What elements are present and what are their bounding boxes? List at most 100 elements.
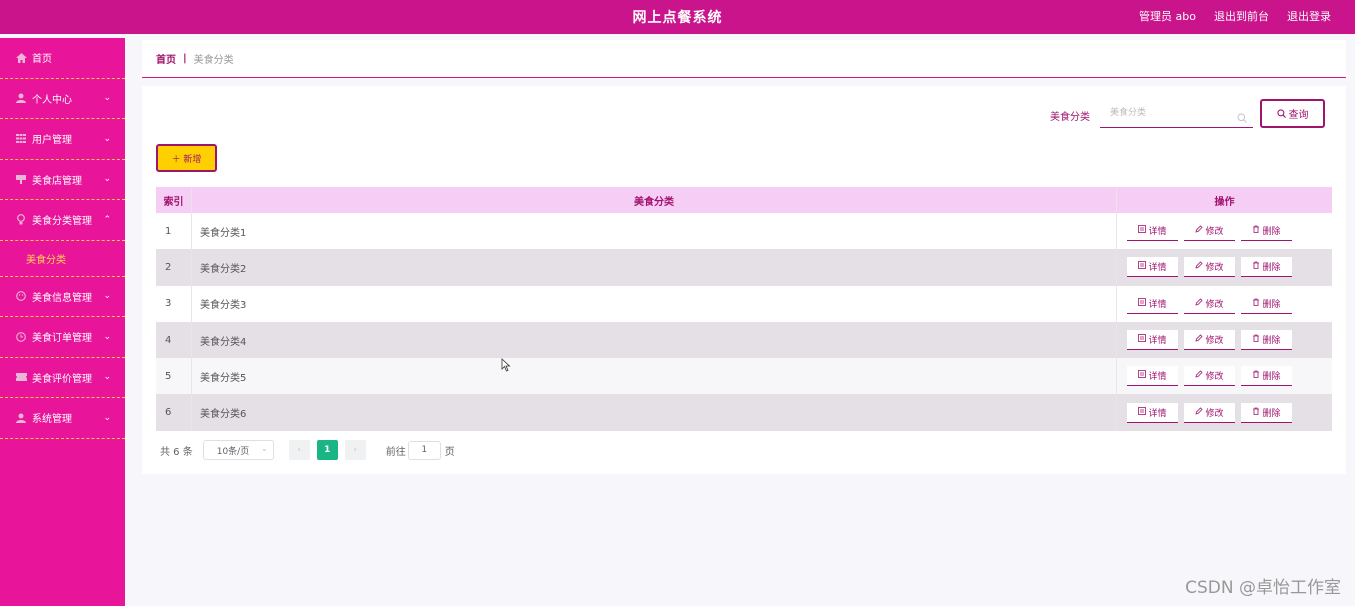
search-input[interactable] [1100, 100, 1230, 126]
breadcrumb: 首页 | 美食分类 [142, 40, 1346, 78]
cell-actions: 详情 修改 删除 [1117, 358, 1332, 394]
document-icon [1138, 406, 1147, 418]
ticket-icon [14, 371, 28, 383]
edit-button[interactable]: 修改 [1184, 366, 1235, 387]
category-table: 索引 美食分类 操作 1 美食分类1 详情 修改 删除 2 美食分类2 详情 修改 删除 3 美食分类… [156, 187, 1332, 431]
delete-button[interactable]: 删除 [1241, 366, 1292, 387]
edit-button[interactable]: 修改 [1184, 402, 1235, 423]
detail-button-label: 详情 [1148, 299, 1167, 310]
add-button[interactable]: ＋ 新增 [156, 144, 217, 172]
delete-button[interactable]: 删除 [1241, 330, 1292, 351]
page-unit-label: 页 [444, 446, 455, 458]
trash-icon [1252, 298, 1260, 309]
sidebar-item-food-orders[interactable]: 美食订单管理 ⌄ [0, 317, 125, 358]
detail-button-label: 详情 [1148, 336, 1167, 347]
detail-button-label: 详情 [1148, 227, 1167, 238]
chevron-down-icon: ⌄ [103, 372, 111, 383]
document-icon [1138, 225, 1147, 236]
header-actions: 操作 [1214, 196, 1235, 208]
table-row: 5 美食分类5 详情 修改 删除 [156, 358, 1332, 395]
next-page-button[interactable]: › [344, 440, 366, 460]
main-panel: 美食分类 查询 ＋ 新增 索引 美食分类 操作 1美食分类1详情修改删除2美食分… [142, 86, 1346, 474]
edit-button[interactable]: 修改 [1184, 330, 1235, 351]
search-box [1100, 100, 1253, 128]
delete-button[interactable]: 删除 [1241, 221, 1292, 242]
sidebar-subitem-food-category[interactable]: 美食分类 [0, 241, 125, 277]
chevron-down-icon: ⌄ [261, 444, 268, 453]
cell-index: 1 [156, 213, 192, 250]
goto-label: 前往 [385, 446, 406, 458]
detail-button[interactable]: 详情 [1127, 402, 1178, 423]
edit-button[interactable]: 修改 [1184, 221, 1235, 242]
table-header-row: 索引 美食分类 操作 [156, 187, 1332, 213]
back-to-front-link[interactable]: 退出到前台 [1214, 8, 1269, 24]
sidebar-item-food-info[interactable]: 美食信息管理 ⌄ [0, 277, 125, 317]
detail-button[interactable]: 详情 [1127, 257, 1178, 278]
logout-link[interactable]: 退出登录 [1287, 8, 1331, 24]
page-size-select[interactable]: 10条/页 ⌄ [202, 440, 274, 460]
chevron-down-icon: ⌄ [103, 93, 111, 104]
document-icon [1138, 370, 1147, 381]
cell-index: 6 [156, 394, 192, 431]
sidebar-item-label: 首页 [32, 54, 52, 66]
home-icon [14, 52, 28, 64]
edit-icon [1195, 261, 1204, 272]
delete-button-label: 删除 [1262, 372, 1281, 383]
delete-button[interactable]: 删除 [1241, 257, 1292, 278]
sidebar-item-users[interactable]: 用户管理 ⌄ [0, 119, 125, 160]
prev-page-button[interactable]: ‹ [288, 440, 310, 460]
sidebar-item-label: 系统管理 [32, 414, 72, 426]
cell-actions: 详情 修改 删除 [1117, 322, 1332, 358]
breadcrumb-home[interactable]: 首页 [156, 51, 176, 66]
face-icon [14, 290, 28, 302]
detail-button-label: 详情 [1148, 408, 1167, 419]
edit-button-label: 修改 [1205, 227, 1224, 238]
table-row: 2 美食分类2 详情 修改 删除 [156, 249, 1332, 286]
cell-actions: 详情 修改 删除 [1117, 394, 1332, 430]
top-header: 网上点餐系统 管理员 abo 退出到前台 退出登录 [0, 0, 1355, 34]
document-icon [1138, 334, 1147, 345]
table-row: 1 美食分类1 详情 修改 删除 [156, 213, 1332, 250]
header-index: 索引 [156, 187, 192, 213]
sidebar: 首页 个人中心 ⌄ 用户管理 ⌄ 美食店管理 ⌄ 美食分类管理 ⌃ 美食分类 美… [0, 38, 125, 606]
detail-button[interactable]: 详情 [1127, 330, 1178, 351]
trash-icon [1252, 370, 1260, 381]
detail-button[interactable]: 详情 [1127, 366, 1178, 387]
sidebar-item-label: 美食店管理 [32, 175, 82, 187]
delete-button[interactable]: 删除 [1241, 293, 1292, 314]
cell-actions: 详情 修改 删除 [1117, 249, 1332, 285]
page-number-active[interactable]: 1 [316, 440, 338, 460]
detail-button-label: 详情 [1148, 372, 1167, 383]
sidebar-item-home[interactable]: 首页 [0, 38, 125, 79]
mouse-cursor-icon [501, 358, 511, 372]
edit-button[interactable]: 修改 [1184, 293, 1235, 314]
edit-button-label: 修改 [1205, 408, 1224, 419]
goto-page-input[interactable] [407, 440, 441, 460]
sidebar-item-label: 个人中心 [32, 94, 72, 106]
edit-button[interactable]: 修改 [1184, 257, 1235, 278]
detail-button-label: 详情 [1148, 263, 1167, 274]
detail-button[interactable]: 详情 [1127, 293, 1178, 314]
delete-button-label: 删除 [1262, 299, 1281, 310]
cell-index: 5 [156, 358, 192, 395]
edit-button-label: 修改 [1205, 299, 1224, 310]
search-label: 美食分类 [1050, 112, 1090, 123]
watermark: CSDN @卓怡工作室 [1185, 578, 1341, 598]
detail-button[interactable]: 详情 [1127, 221, 1178, 242]
pagination: 共 6 条 10条/页 ⌄ ‹ 1 › 前往 页 [160, 440, 455, 460]
cell-index: 3 [156, 285, 192, 322]
sidebar-item-food-category-mgmt[interactable]: 美食分类管理 ⌃ [0, 200, 125, 241]
sidebar-item-food-reviews[interactable]: 美食评价管理 ⌄ [0, 358, 125, 398]
query-button-label: 查询 [1288, 110, 1309, 121]
query-button[interactable]: 查询 [1260, 99, 1325, 128]
delete-button[interactable]: 删除 [1241, 402, 1292, 423]
chevron-down-icon: ⌄ [103, 291, 111, 302]
delete-button-label: 删除 [1262, 408, 1281, 419]
sidebar-item-personal[interactable]: 个人中心 ⌄ [0, 79, 125, 119]
sidebar-item-system[interactable]: 系统管理 ⌄ [0, 398, 125, 439]
sidebar-item-label: 美食分类管理 [32, 216, 92, 228]
sidebar-item-stores[interactable]: 美食店管理 ⌄ [0, 160, 125, 200]
edit-button-label: 修改 [1205, 336, 1224, 347]
document-icon [1138, 261, 1147, 272]
sidebar-item-label: 美食订单管理 [32, 333, 92, 345]
